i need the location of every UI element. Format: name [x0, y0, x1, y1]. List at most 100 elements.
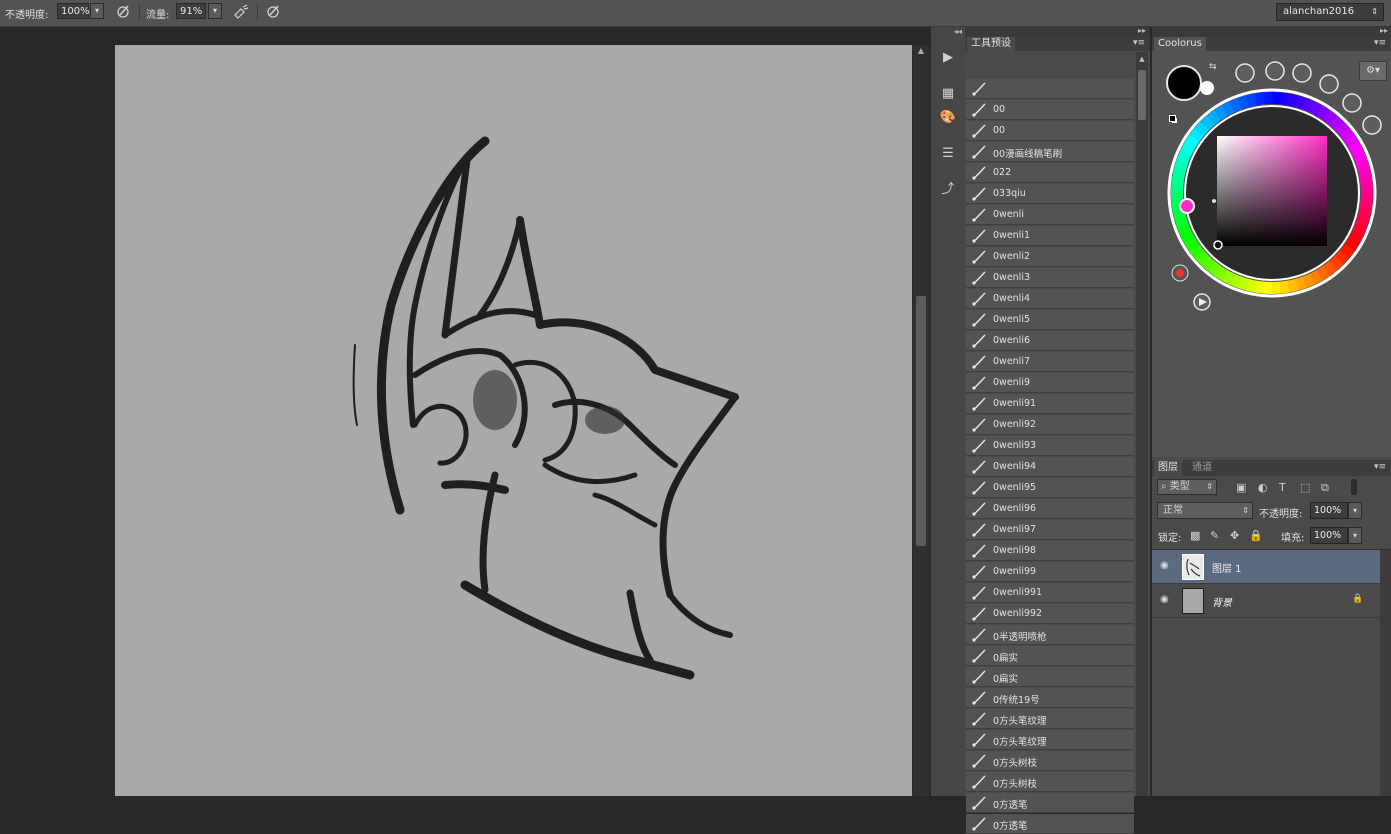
layers-scrollbar[interactable] — [1380, 550, 1391, 796]
adjustments-icon[interactable]: ☰ — [936, 143, 960, 165]
preset-item[interactable]: 0wenli1 — [966, 226, 1134, 246]
tab-channels[interactable]: 通道 — [1188, 460, 1216, 476]
preset-item[interactable]: 0wenli — [966, 205, 1134, 225]
preset-item[interactable]: 0扁实 — [966, 646, 1134, 666]
history-icon[interactable]: ⤴ — [936, 179, 960, 201]
pressure-opacity-icon[interactable] — [113, 3, 133, 21]
visibility-eye-icon[interactable]: ◉ — [1160, 561, 1172, 571]
layer-filter-dropdown[interactable]: ⌕ 类型 ⇕ — [1157, 479, 1217, 495]
presets-scrollbar[interactable] — [1136, 52, 1148, 796]
play-actions-icon[interactable]: ▶ — [936, 47, 960, 69]
preset-item[interactable]: 0wenli92 — [966, 415, 1134, 435]
lock-all-icon[interactable]: 🔒 — [1249, 529, 1263, 542]
layer-opacity-dropdown-button[interactable]: ▾ — [1348, 502, 1362, 519]
flow-dropdown-button[interactable]: ▾ — [208, 3, 222, 19]
preset-item[interactable]: 0wenli6 — [966, 331, 1134, 351]
preset-item[interactable]: 0wenli4 — [966, 289, 1134, 309]
preset-item[interactable] — [966, 79, 1134, 99]
panel-menu-icon[interactable]: ▾≡ — [1374, 38, 1386, 48]
preset-item[interactable]: 00漫画线稿笔刷 — [966, 142, 1134, 162]
preset-item[interactable]: 022 — [966, 163, 1134, 183]
preset-item[interactable]: 033qiu — [966, 184, 1134, 204]
preset-item[interactable]: 0方透笔 — [966, 793, 1134, 813]
color-preset-button[interactable] — [1292, 63, 1312, 83]
tab-tool-presets[interactable]: 工具预设 — [967, 37, 1015, 51]
shape-filter-icon[interactable]: ⬚ — [1300, 481, 1310, 494]
expand-icon[interactable]: ▸▸ — [1380, 26, 1388, 35]
canvas-scroll-thumb[interactable] — [916, 296, 926, 546]
smart-object-filter-icon[interactable]: ⧉ — [1321, 481, 1329, 495]
collapse-icon[interactable]: ◂◂ — [931, 27, 965, 37]
user-account-dropdown[interactable]: alanchan2016 ⇕ — [1276, 3, 1384, 21]
layer-row[interactable]: ◉ 图层 1 — [1152, 550, 1380, 584]
settings-gear-icon[interactable]: ⚙▾ — [1359, 61, 1387, 81]
preset-item[interactable]: 0wenli94 — [966, 457, 1134, 477]
preset-item[interactable]: 0wenli7 — [966, 352, 1134, 372]
hue-handle[interactable] — [1179, 198, 1195, 214]
preset-item[interactable]: 0wenli5 — [966, 310, 1134, 330]
tab-layers[interactable]: 图层 — [1154, 460, 1182, 476]
lock-image-icon[interactable]: ✎ — [1210, 529, 1219, 542]
preset-item[interactable]: 0半透明喷枪 — [966, 625, 1134, 645]
preset-item[interactable]: 0方透笔 — [966, 814, 1134, 834]
type-filter-icon[interactable]: T — [1279, 481, 1286, 494]
color-preset-button[interactable] — [1235, 63, 1255, 83]
color-preset-button[interactable] — [1265, 61, 1285, 81]
lock-transparent-icon[interactable]: ▩ — [1190, 529, 1200, 542]
filter-toggle-switch[interactable] — [1351, 479, 1357, 495]
preset-item[interactable]: 0方头笔纹理 — [966, 709, 1134, 729]
preset-item[interactable]: 0wenli99 — [966, 562, 1134, 582]
swatches-icon[interactable]: ▦ — [936, 83, 960, 105]
preset-item[interactable]: 0wenli9 — [966, 373, 1134, 393]
scroll-up-arrow-icon[interactable]: ▲ — [916, 46, 926, 56]
preset-item[interactable]: 0方头树枝 — [966, 751, 1134, 771]
airbrush-icon[interactable] — [231, 3, 251, 21]
color-preset-button[interactable] — [1342, 93, 1362, 113]
panel-menu-icon[interactable]: ▾≡ — [1133, 38, 1145, 48]
preset-item[interactable]: 0wenli97 — [966, 520, 1134, 540]
panel-menu-icon[interactable]: ▾≡ — [1374, 462, 1386, 472]
pressure-size-icon[interactable] — [263, 3, 283, 21]
preset-item[interactable]: 0wenli91 — [966, 394, 1134, 414]
lock-position-icon[interactable]: ✥ — [1230, 529, 1239, 542]
palette-icon[interactable]: 🎨 — [936, 107, 960, 129]
default-colors-icon[interactable] — [1169, 115, 1177, 123]
layer-opacity-field[interactable]: 100% — [1310, 502, 1348, 519]
fill-field[interactable]: 100% — [1310, 527, 1348, 544]
color-preset-button[interactable] — [1319, 74, 1339, 94]
tab-coolorus[interactable]: Coolorus — [1154, 37, 1206, 51]
preset-item[interactable]: 0wenli2 — [966, 247, 1134, 267]
preset-item[interactable]: 0方头树枝 — [966, 772, 1134, 792]
opacity-dropdown-button[interactable]: ▾ — [90, 3, 104, 19]
preset-item[interactable]: 0wenli3 — [966, 268, 1134, 288]
preset-item[interactable]: 0扁实 — [966, 667, 1134, 687]
color-picker-handle[interactable] — [1213, 240, 1223, 250]
foreground-color-swatch[interactable] — [1166, 65, 1202, 101]
preset-item[interactable]: 0wenli991 — [966, 583, 1134, 603]
preset-item[interactable]: 0wenli98 — [966, 541, 1134, 561]
preset-item[interactable]: 0wenli992 — [966, 604, 1134, 624]
presets-scroll-thumb[interactable] — [1138, 70, 1146, 120]
scroll-up-arrow-icon[interactable]: ▲ — [1138, 55, 1146, 63]
expand-icon[interactable]: ▸▸ — [1138, 26, 1146, 35]
background-color-swatch[interactable] — [1200, 81, 1214, 95]
fill-dropdown-button[interactable]: ▾ — [1348, 527, 1362, 544]
blend-mode-dropdown[interactable]: 正常 ⇕ — [1157, 502, 1253, 519]
preset-item[interactable]: 00 — [966, 100, 1134, 120]
preset-item[interactable]: 00 — [966, 121, 1134, 141]
flow-field[interactable]: 91% — [176, 3, 206, 19]
opacity-field[interactable]: 100% — [57, 3, 90, 19]
pixel-filter-icon[interactable]: ▣ — [1236, 481, 1246, 494]
visibility-eye-icon[interactable]: ◉ — [1160, 595, 1172, 605]
swap-colors-icon[interactable]: ⇆ — [1209, 62, 1217, 72]
color-preset-button[interactable] — [1362, 115, 1382, 135]
preset-item[interactable]: 0方头笔纹理 — [966, 730, 1134, 750]
preset-item[interactable]: 0传统19号 — [966, 688, 1134, 708]
preset-item[interactable]: 0wenli96 — [966, 499, 1134, 519]
canvas[interactable] — [115, 45, 912, 796]
brush-icon — [972, 670, 986, 684]
preset-item[interactable]: 0wenli95 — [966, 478, 1134, 498]
adjustment-filter-icon[interactable]: ◐ — [1258, 481, 1268, 494]
layer-row[interactable]: ◉ 背景 🔒 — [1152, 584, 1380, 618]
preset-item[interactable]: 0wenli93 — [966, 436, 1134, 456]
